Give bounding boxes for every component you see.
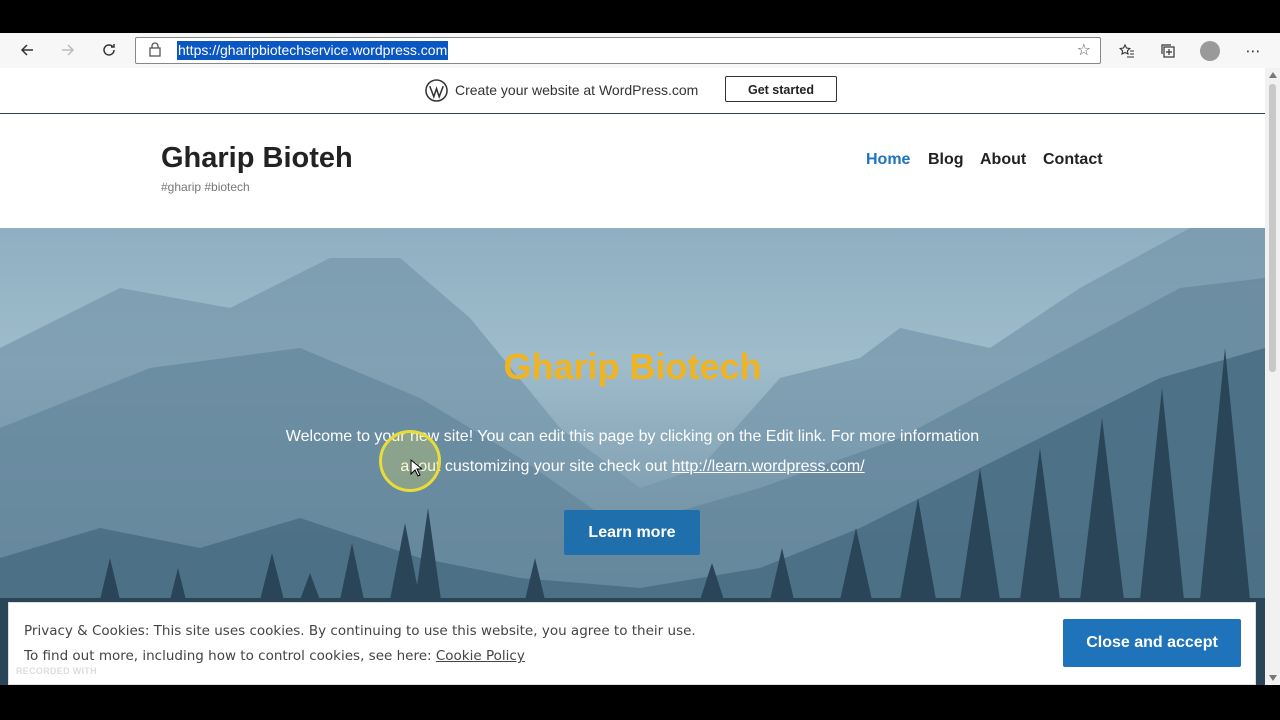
forward-button[interactable] <box>55 38 81 62</box>
address-bar[interactable]: https://gharipbiotechservice.wordpress.c… <box>135 37 1101 64</box>
favorites-list-icon[interactable] <box>1116 40 1138 62</box>
scroll-up-icon[interactable] <box>1269 72 1277 78</box>
arrow-left-icon <box>20 44 33 56</box>
cookie-banner: Privacy & Cookies: This site uses cookie… <box>8 602 1256 685</box>
wordpress-logo-icon <box>425 79 448 102</box>
more-menu-icon[interactable]: ⋯ <box>1242 40 1264 62</box>
nav-home[interactable]: Home <box>866 151 910 169</box>
scroll-down-icon[interactable] <box>1269 675 1277 681</box>
refresh-icon <box>103 44 115 56</box>
avatar-icon <box>1200 41 1220 61</box>
learn-more-button[interactable]: Learn more <box>564 510 700 555</box>
nav-about[interactable]: About <box>980 151 1026 169</box>
learn-wordpress-link[interactable]: http://learn.wordpress.com/ <box>672 458 865 475</box>
site-header: Gharip Bioteh #gharip #biotech Home Blog… <box>0 114 1265 228</box>
arrow-right-icon <box>62 44 75 56</box>
nav-contact[interactable]: Contact <box>1043 151 1103 169</box>
recorder-watermark: RECORDED WITH <box>16 666 97 676</box>
site-title[interactable]: Gharip Bioteh <box>161 142 353 175</box>
hero-title: Gharip Biotech <box>503 346 762 387</box>
url-text[interactable]: https://gharipbiotechservice.wordpress.c… <box>177 41 449 60</box>
collections-icon[interactable] <box>1157 40 1179 62</box>
close-and-accept-button[interactable]: Close and accept <box>1063 619 1241 667</box>
screen-bottom-bar <box>0 685 1280 720</box>
get-started-button[interactable]: Get started <box>725 76 837 102</box>
page-scrollbar[interactable] <box>1265 68 1280 685</box>
nav-blog[interactable]: Blog <box>928 151 964 169</box>
scrollbar-thumb[interactable] <box>1269 84 1276 372</box>
site-tagline: #gharip #biotech <box>161 180 250 194</box>
lock-icon <box>149 42 161 62</box>
cookie-notice-text: Privacy & Cookies: This site uses cookie… <box>24 623 696 639</box>
wordpress-promo-bar: Create your website at WordPress.com Get… <box>0 68 1265 114</box>
profile-avatar[interactable] <box>1199 40 1221 62</box>
back-button[interactable] <box>14 38 40 62</box>
cookie-more-info-text: To find out more, including how to contr… <box>24 648 436 664</box>
refresh-button[interactable] <box>96 38 122 62</box>
browser-toolbar: https://gharipbiotechservice.wordpress.c… <box>0 33 1280 69</box>
web-page: Create your website at WordPress.com Get… <box>0 68 1265 685</box>
cookie-more-info: To find out more, including how to contr… <box>24 648 525 664</box>
screen-top-bar <box>0 0 1280 33</box>
cookie-policy-link[interactable]: Cookie Policy <box>436 648 525 664</box>
favorite-star-icon[interactable]: ☆ <box>1077 40 1091 60</box>
mouse-pointer-icon <box>410 459 422 477</box>
promo-text: Create your website at WordPress.com <box>455 82 699 98</box>
